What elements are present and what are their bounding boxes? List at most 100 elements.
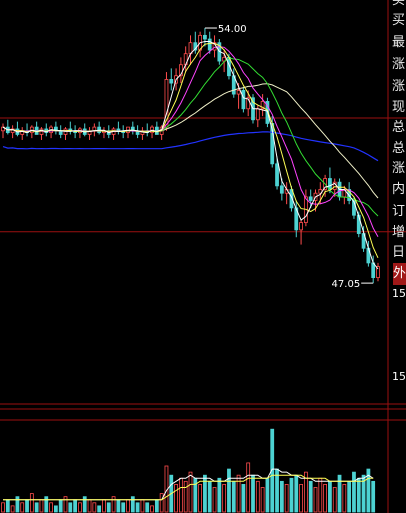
- volume-ma-line: [3, 474, 374, 501]
- quote-label: 内: [392, 182, 406, 197]
- volume-bar: [87, 499, 92, 513]
- volume-bar: [323, 483, 328, 513]
- volume-bar: [1, 502, 5, 513]
- volume-bar: [265, 477, 270, 513]
- volume-bar: [332, 487, 337, 513]
- volume-bar: [15, 496, 20, 513]
- grid-lines: [0, 0, 406, 513]
- volume-bar: [356, 477, 361, 513]
- volume-bar: [73, 499, 78, 513]
- volume-bar: [198, 483, 203, 513]
- quote-label: 涨: [392, 57, 406, 72]
- volume-bar: [10, 505, 15, 513]
- volume-bar: [97, 505, 102, 513]
- volume-bar: [183, 480, 188, 513]
- price-candles: [1, 28, 380, 284]
- volume-bar: [294, 474, 299, 513]
- candle-body: [328, 178, 332, 190]
- candle-body: [236, 90, 241, 95]
- volume-bar: [246, 462, 251, 513]
- volume-bar: [39, 499, 44, 513]
- volume-bar: [106, 502, 111, 513]
- volume-bar: [29, 493, 34, 513]
- volume-bar: [140, 499, 145, 513]
- volume-bar: [25, 499, 29, 513]
- volume-bar: [135, 502, 140, 513]
- volume-bar: [130, 496, 135, 513]
- low-marker-label: 47.05: [332, 279, 361, 290]
- stock-chart: 54.00 47.05: [0, 0, 406, 513]
- volume-bar: [371, 480, 376, 513]
- quote-label: 最: [392, 35, 406, 50]
- volume-bar: [78, 502, 82, 513]
- volume-bar: [241, 483, 246, 513]
- moving-averages: [2, 41, 379, 270]
- quote-label-highlight: 外: [393, 263, 406, 285]
- volume-bar: [63, 496, 68, 513]
- quote-label: 买: [392, 13, 406, 28]
- candle-body: [203, 34, 207, 40]
- volume-bar: [342, 483, 347, 513]
- volume-bar: [212, 487, 217, 513]
- volume-bar: [126, 499, 130, 513]
- volume-bar: [121, 502, 126, 513]
- volume-bar: [347, 480, 352, 513]
- volume-bar: [178, 477, 183, 513]
- volume-bar: [44, 496, 49, 513]
- volume-bar: [318, 477, 323, 513]
- volume-bar: [251, 474, 255, 513]
- volume-bar: [150, 505, 154, 513]
- volume-bar: [5, 499, 10, 513]
- volume-bar: [308, 480, 313, 513]
- volume-bar: [260, 487, 265, 513]
- candle-body: [308, 196, 313, 201]
- volume-bar: [111, 496, 116, 513]
- quote-panel: 买 买 最 涨 涨 现 总 总 涨 内 订 增 日 外 15 15: [392, 0, 406, 400]
- high-marker-label: 54.00: [218, 24, 247, 35]
- candle-body: [299, 222, 303, 231]
- volume-bar: [236, 474, 241, 513]
- quote-label: 增: [392, 225, 406, 240]
- quote-label: 现: [392, 100, 406, 115]
- candle-body: [207, 38, 212, 51]
- candle-body: [169, 79, 174, 84]
- volume-bar: [82, 496, 87, 513]
- volume-bar: [217, 477, 222, 513]
- volume-ma-line: [3, 468, 374, 501]
- volume-bar: [188, 471, 193, 513]
- volume-bar: [284, 483, 289, 513]
- quote-label: 涨: [392, 79, 406, 94]
- candle-body: [275, 163, 279, 187]
- volume-bar: [255, 480, 260, 513]
- volume-bar: [328, 480, 332, 513]
- volume-bar: [154, 499, 159, 513]
- volume-bar: [231, 480, 236, 513]
- volume-bar: [68, 502, 73, 513]
- volume-bar: [174, 483, 178, 513]
- candle-body: [279, 185, 284, 194]
- ma120-line: [2, 131, 379, 162]
- quote-label: 订: [392, 204, 406, 219]
- volume-bar: [337, 474, 342, 513]
- quote-label: 涨: [392, 161, 406, 176]
- quote-label: 总: [392, 141, 406, 156]
- volume-bar: [159, 493, 164, 513]
- volume-bar: [53, 505, 58, 513]
- volume-bar: [279, 480, 284, 513]
- volume-bar: [313, 487, 318, 513]
- volume-bar: [58, 499, 63, 513]
- volume-bar: [222, 483, 227, 513]
- volume-bar: [102, 499, 106, 513]
- ma10-line: [2, 42, 379, 259]
- candle-body: [371, 262, 376, 279]
- quote-label: 日: [392, 245, 406, 260]
- volume-bar: [289, 477, 294, 513]
- candle-body: [255, 108, 260, 121]
- volume-bar: [34, 502, 39, 513]
- volume-bar: [145, 502, 150, 513]
- quote-value: 15: [392, 287, 406, 300]
- volume-bar: [227, 468, 231, 513]
- volume-bar: [207, 480, 212, 513]
- quote-value: 15: [392, 370, 406, 383]
- quote-label: 买: [392, 0, 406, 8]
